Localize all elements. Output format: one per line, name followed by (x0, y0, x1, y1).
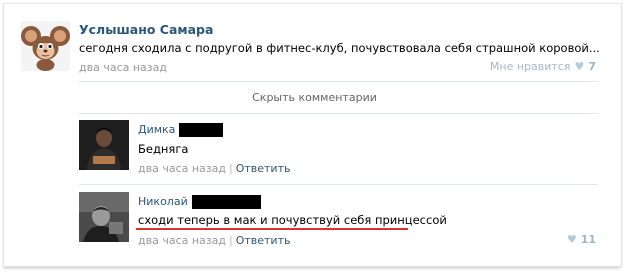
heart-icon: ♥ (566, 233, 577, 246)
comment-timestamp[interactable]: два часа назад (138, 162, 226, 175)
redacted-surname (179, 123, 224, 137)
comment-meta: два часа назад | Ответить (138, 234, 291, 247)
group-avatar[interactable] (21, 21, 70, 71)
group-name-link[interactable]: Услышано Самара (79, 22, 213, 37)
post-timestamp[interactable]: два часа назад (79, 61, 167, 74)
like-count: 7 (588, 60, 596, 73)
comment-text: сходи теперь в мак и почувствуй себя при… (138, 213, 447, 227)
comment-author-name[interactable]: Николай (138, 195, 188, 208)
comment-text: Бедняга (138, 142, 189, 156)
comment-author[interactable]: Димка (138, 123, 224, 137)
comment-avatar[interactable] (79, 192, 129, 242)
divider (79, 184, 598, 185)
comment-avatar[interactable] (79, 120, 129, 170)
comment-author[interactable]: Николай (138, 195, 261, 209)
comment-like-button[interactable]: ♥ 11 (567, 233, 596, 246)
like-label: Мне нравится (489, 60, 571, 73)
comment-timestamp[interactable]: два часа назад (138, 234, 226, 247)
comment-author-name[interactable]: Димка (138, 123, 175, 136)
comment-meta: два часа назад | Ответить (138, 162, 291, 175)
hide-comments-link[interactable]: Скрыть комментарии (0, 91, 629, 104)
post-text: сегодня сходила с подругой в фитнес-клуб… (79, 41, 600, 55)
post-like-button[interactable]: Мне нравится ♥ 7 (490, 60, 596, 73)
heart-icon: ♥ (574, 60, 585, 73)
divider (79, 113, 598, 114)
redacted-surname (191, 195, 261, 209)
reply-button[interactable]: Ответить (236, 234, 291, 247)
like-count: 11 (580, 233, 596, 246)
reply-button[interactable]: Ответить (236, 162, 291, 175)
highlight-underline (136, 228, 408, 230)
divider (79, 81, 598, 82)
